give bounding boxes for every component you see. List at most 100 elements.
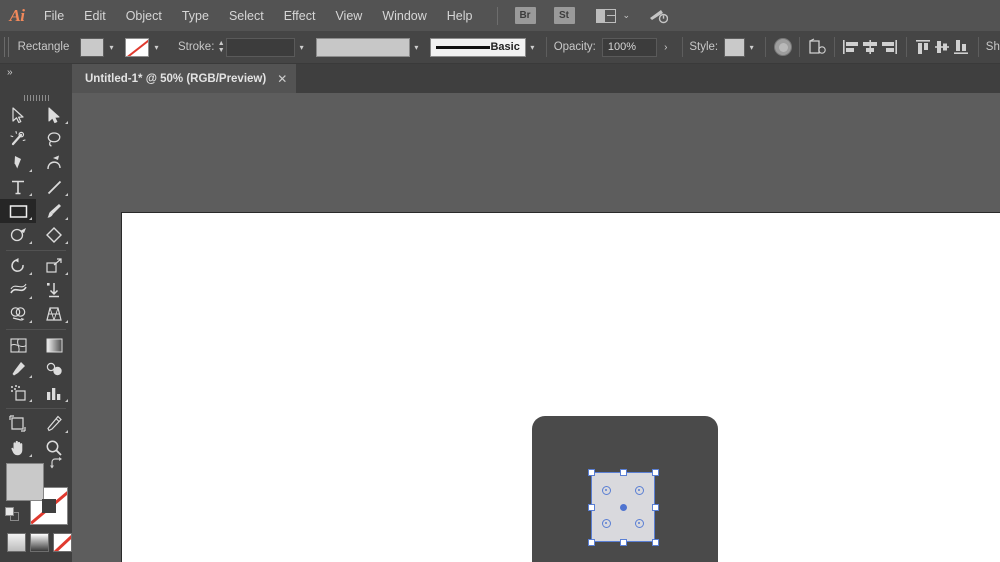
symbol-sprayer-tool[interactable]	[0, 381, 36, 405]
stroke-dropdown-chevron-icon[interactable]: ▾	[149, 38, 164, 57]
search-adobe-stock-icon[interactable]	[648, 8, 668, 24]
resize-handle-bl[interactable]	[588, 539, 595, 546]
fill-dropdown-chevron-icon[interactable]: ▾	[104, 38, 119, 57]
opacity-more-options-icon[interactable]: ›	[657, 38, 674, 57]
stroke-profile-dropdown[interactable]	[316, 38, 410, 57]
slice-tool[interactable]	[36, 412, 72, 436]
rotate-tool[interactable]	[0, 254, 36, 278]
opacity-input[interactable]: 100%	[602, 38, 657, 57]
menu-effect[interactable]: Effect	[274, 0, 326, 31]
menu-file[interactable]: File	[34, 0, 74, 31]
graphic-style-swatch[interactable]	[724, 38, 745, 57]
menu-object[interactable]: Object	[116, 0, 172, 31]
gradient-mode-button[interactable]	[30, 533, 49, 552]
eyedropper-tool[interactable]	[0, 357, 36, 381]
bridge-button[interactable]: Br	[515, 7, 536, 24]
resize-handle-tl[interactable]	[588, 469, 595, 476]
width-tool[interactable]	[0, 278, 36, 302]
control-divider-5	[834, 37, 835, 57]
menu-window[interactable]: Window	[372, 0, 436, 31]
column-graph-tool[interactable]	[36, 381, 72, 405]
paintbrush-tool[interactable]	[36, 199, 72, 223]
tool-flyout-triangle-icon	[29, 241, 32, 244]
align-right-icon[interactable]	[880, 36, 899, 58]
menu-type[interactable]: Type	[172, 0, 219, 31]
stroke-weight-input[interactable]	[226, 38, 295, 57]
pen-tool[interactable]	[0, 151, 36, 175]
lasso-tool[interactable]	[36, 127, 72, 151]
resize-handle-mr[interactable]	[652, 504, 659, 511]
rectangle-tool[interactable]	[0, 199, 36, 223]
resize-handle-bc[interactable]	[620, 539, 627, 546]
shape-options-label-truncated[interactable]: Sh	[986, 41, 1000, 53]
fill-control[interactable]: ▾	[80, 38, 119, 57]
align-bottom-icon[interactable]	[952, 36, 971, 58]
artboard-tool[interactable]	[0, 412, 36, 436]
resize-handle-ml[interactable]	[588, 504, 595, 511]
stock-button[interactable]: St	[554, 7, 575, 24]
corner-radius-widget-bl[interactable]	[602, 519, 611, 528]
chevron-down-icon: ⌄	[623, 10, 631, 21]
default-fill-stroke-icon[interactable]	[5, 507, 20, 522]
gradient-tool[interactable]	[36, 333, 72, 357]
mesh-tool[interactable]	[0, 333, 36, 357]
none-mode-button[interactable]	[53, 533, 72, 552]
corner-radius-widget-br[interactable]	[635, 519, 644, 528]
corner-radius-widget-tl[interactable]	[602, 486, 611, 495]
swap-fill-stroke-icon[interactable]	[48, 456, 64, 472]
workspace-switcher[interactable]: ⌄	[596, 9, 631, 23]
document-tab[interactable]: Untitled-1* @ 50% (RGB/Preview) ✕	[72, 64, 296, 93]
line-segment-tool[interactable]	[36, 175, 72, 199]
menu-view[interactable]: View	[325, 0, 372, 31]
free-transform-tool[interactable]	[36, 278, 72, 302]
control-bar-grip[interactable]	[4, 37, 9, 57]
align-top-icon[interactable]	[914, 36, 933, 58]
curvature-tool[interactable]	[36, 151, 72, 175]
stroke-swatch-none[interactable]	[125, 38, 149, 57]
align-horizontal-center-icon[interactable]	[861, 36, 880, 58]
tool-flyout-triangle-icon	[29, 296, 32, 299]
stroke-color-control[interactable]: ▾	[125, 38, 164, 57]
color-mode-button[interactable]	[7, 533, 26, 552]
canvas-area[interactable]	[72, 93, 1000, 562]
default-fill-box	[5, 507, 14, 516]
brush-chevron-icon[interactable]: ▾	[526, 38, 539, 57]
type-tool[interactable]	[0, 175, 36, 199]
control-divider-1	[546, 37, 547, 57]
toolbar-divider-3	[6, 408, 66, 409]
resize-handle-tc[interactable]	[620, 469, 627, 476]
corner-radius-widget-tr[interactable]	[635, 486, 644, 495]
stroke-weight-chevron-icon[interactable]: ▾	[295, 38, 308, 57]
fill-color-indicator[interactable]	[6, 463, 44, 501]
toolbar-drag-grip[interactable]	[24, 95, 50, 101]
style-chevron-icon[interactable]: ▾	[745, 38, 758, 57]
align-vertical-center-icon[interactable]	[933, 36, 952, 58]
control-divider-3	[765, 37, 766, 57]
scale-tool[interactable]	[36, 254, 72, 278]
panel-collapse-button[interactable]: »	[0, 64, 72, 93]
close-icon[interactable]: ✕	[277, 72, 287, 86]
recolor-artwork-icon[interactable]	[773, 36, 792, 58]
fill-swatch[interactable]	[80, 38, 104, 57]
stroke-profile-chevron-icon[interactable]: ▾	[410, 38, 423, 57]
resize-handle-br[interactable]	[652, 539, 659, 546]
menu-help[interactable]: Help	[437, 0, 483, 31]
eraser-tool[interactable]	[36, 223, 72, 247]
artboard[interactable]	[121, 212, 1000, 562]
direct-selection-tool[interactable]	[36, 103, 72, 127]
shape-builder-tool[interactable]	[0, 302, 36, 326]
stroke-weight-stepper[interactable]: ▲▼	[216, 38, 226, 57]
resize-handle-tr[interactable]	[652, 469, 659, 476]
transform-panel-icon[interactable]	[807, 36, 827, 58]
menu-edit[interactable]: Edit	[74, 0, 116, 31]
perspective-grid-tool[interactable]	[36, 302, 72, 326]
menu-select[interactable]: Select	[219, 0, 274, 31]
hand-tool[interactable]	[0, 436, 36, 460]
selection-tool[interactable]	[0, 103, 36, 127]
shaper-tool[interactable]	[0, 223, 36, 247]
brush-definition-dropdown[interactable]: Basic	[430, 38, 526, 57]
selected-rectangle-shape[interactable]	[592, 473, 654, 541]
align-left-icon[interactable]	[842, 36, 861, 58]
blend-tool[interactable]	[36, 357, 72, 381]
magic-wand-tool[interactable]	[0, 127, 36, 151]
